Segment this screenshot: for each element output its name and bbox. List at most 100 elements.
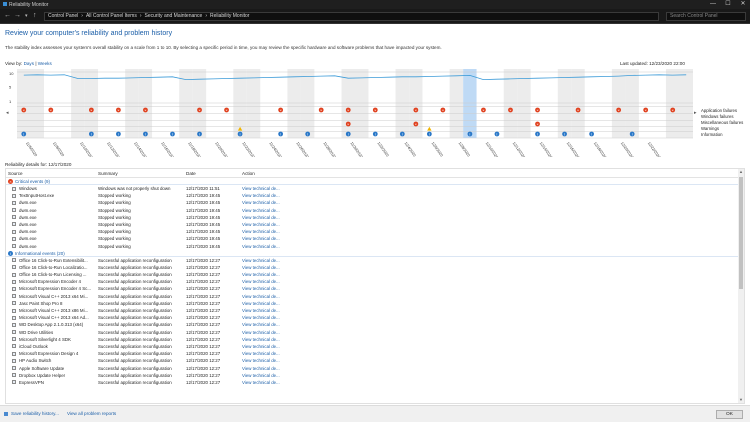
- table-row[interactable]: dwm.exe Stopped working 12/17/2020 19:45 Vi…: [6, 207, 744, 214]
- table-row[interactable]: dwm.exe Stopped working 12/17/2020 19:45 Vi…: [6, 235, 744, 242]
- chart-scroll-right-icon[interactable]: ▸: [694, 110, 697, 116]
- minimize-button[interactable]: —: [706, 0, 720, 9]
- col-action[interactable]: Action: [242, 171, 255, 176]
- chart-column[interactable]: [219, 69, 234, 138]
- view-technical-details-link[interactable]: View technical de...: [242, 372, 282, 379]
- crumb-security[interactable]: Security and Maintenance: [145, 13, 203, 19]
- chart-column[interactable]: [57, 69, 72, 138]
- chart-column[interactable]: [598, 69, 612, 138]
- table-row[interactable]: WD Desktop App 2.1.0.313 (x64) Successful…: [6, 321, 744, 328]
- scroll-up-icon[interactable]: ▲: [738, 169, 744, 175]
- view-technical-details-link[interactable]: View technical de...: [242, 192, 282, 199]
- chart-column[interactable]: [84, 69, 99, 138]
- view-technical-details-link[interactable]: View technical de...: [242, 235, 282, 242]
- informational-events-group[interactable]: i Informational events (20): [6, 250, 744, 257]
- recent-chevron-icon[interactable]: ▾: [25, 11, 28, 21]
- chart-column[interactable]: [625, 69, 639, 138]
- table-row[interactable]: Microsoft Expression Encoder 4 Sc... Succ…: [6, 285, 744, 292]
- chart-column[interactable]: [584, 69, 599, 138]
- chart-column[interactable]: [395, 69, 410, 138]
- view-technical-details-link[interactable]: View technical de...: [242, 379, 282, 386]
- chart-column[interactable]: [111, 69, 126, 138]
- chart-column[interactable]: [98, 69, 112, 138]
- chart-column[interactable]: [44, 69, 58, 138]
- chart-column[interactable]: [409, 69, 423, 138]
- forward-arrow-icon[interactable]: →: [14, 11, 21, 21]
- table-row[interactable]: Office 16 Click-to-Run Licensing ... Succ…: [6, 271, 744, 278]
- chart-column[interactable]: [382, 69, 396, 138]
- scroll-thumb[interactable]: [739, 177, 743, 289]
- view-all-reports-link[interactable]: View all problem reports: [67, 411, 116, 416]
- chart-column[interactable]: [611, 69, 626, 138]
- chart-column[interactable]: [246, 69, 261, 138]
- chart-column[interactable]: [260, 69, 274, 138]
- table-row[interactable]: iCloud Outlook Successful application rec…: [6, 343, 744, 350]
- chart-column[interactable]: [165, 69, 180, 138]
- view-technical-details-link[interactable]: View technical de...: [242, 264, 282, 271]
- table-row[interactable]: dwm.exe Stopped working 12/17/2020 19:45 Vi…: [6, 228, 744, 235]
- chart-column[interactable]: [652, 69, 666, 138]
- view-technical-details-link[interactable]: View technical de...: [242, 314, 282, 321]
- view-technical-details-link[interactable]: View technical de...: [242, 271, 282, 278]
- chart-column[interactable]: [300, 69, 315, 138]
- chart-column[interactable]: [571, 69, 585, 138]
- crumb-all-items[interactable]: All Control Panel Items: [86, 13, 137, 19]
- view-technical-details-link[interactable]: View technical de...: [242, 207, 282, 214]
- view-technical-details-link[interactable]: View technical de...: [242, 185, 282, 192]
- table-row[interactable]: Office 16 Click-to-Run Localizatio... Suc…: [6, 264, 744, 271]
- crumb-control-panel[interactable]: Control Panel: [48, 13, 78, 19]
- table-row[interactable]: Office 16 Click-to-Run Extensibilit... Su…: [6, 257, 744, 264]
- chart-column[interactable]: [71, 69, 85, 138]
- view-technical-details-link[interactable]: View technical de...: [242, 357, 282, 364]
- chart-column[interactable]: [436, 69, 450, 138]
- search-input[interactable]: Search Control Panel: [666, 12, 746, 21]
- chart-scroll-left-icon[interactable]: ◂: [6, 110, 9, 116]
- chart-column[interactable]: [152, 69, 166, 138]
- col-source[interactable]: Source: [8, 171, 23, 176]
- table-row[interactable]: TextInputHost.exe Stopped working 12/17/20…: [6, 192, 744, 199]
- table-row[interactable]: dwm.exe Stopped working 12/17/2020 19:45 Vi…: [6, 199, 744, 206]
- chart-column[interactable]: [287, 69, 301, 138]
- view-technical-details-link[interactable]: View technical de...: [242, 293, 282, 300]
- table-row[interactable]: WD Drive Utilities Successful application…: [6, 329, 744, 336]
- table-row[interactable]: Microsoft Visual C++ 2013 x64 Mi... Succe…: [6, 293, 744, 300]
- table-row[interactable]: HP Audio Switch Successful application re…: [6, 357, 744, 364]
- table-row[interactable]: Windows Windows was not properly shut dow…: [6, 185, 744, 192]
- col-summary[interactable]: Summary: [98, 171, 118, 176]
- chart-column[interactable]: [557, 69, 572, 138]
- table-row[interactable]: Microsoft Silverlight 4 SDK Successful ap…: [6, 336, 744, 343]
- scroll-down-icon[interactable]: ▼: [738, 397, 744, 403]
- chart-column[interactable]: [368, 69, 383, 138]
- view-technical-details-link[interactable]: View technical de...: [242, 243, 282, 250]
- chart-column[interactable]: [314, 69, 328, 138]
- maximize-button[interactable]: ☐: [721, 0, 735, 9]
- chart-column[interactable]: [463, 69, 477, 138]
- view-by-weeks-link[interactable]: Weeks: [38, 61, 52, 66]
- view-technical-details-link[interactable]: View technical de...: [242, 285, 282, 292]
- chart-column[interactable]: [30, 69, 45, 138]
- view-technical-details-link[interactable]: View technical de...: [242, 199, 282, 206]
- table-row[interactable]: Microsoft Expression Encoder 4 Successful…: [6, 278, 744, 285]
- view-technical-details-link[interactable]: View technical de...: [242, 214, 282, 221]
- chart-column[interactable]: [665, 69, 680, 138]
- chart-column[interactable]: [138, 69, 153, 138]
- view-technical-details-link[interactable]: View technical de...: [242, 329, 282, 336]
- table-row[interactable]: dwm.exe Stopped working 12/17/2020 19:45 Vi…: [6, 214, 744, 221]
- critical-events-group[interactable]: × Critical events (9): [6, 178, 744, 185]
- chart-column[interactable]: [544, 69, 558, 138]
- back-arrow-icon[interactable]: ←: [4, 11, 11, 21]
- save-history-link[interactable]: Save reliability history...: [11, 411, 59, 416]
- table-row[interactable]: dwm.exe Stopped working 12/17/2020 19:45 Vi…: [6, 243, 744, 250]
- breadcrumb[interactable]: Control Panel › All Control Panel Items › Se…: [44, 12, 659, 21]
- view-technical-details-link[interactable]: View technical de...: [242, 350, 282, 357]
- view-technical-details-link[interactable]: View technical de...: [242, 278, 282, 285]
- up-arrow-icon[interactable]: ↑: [33, 11, 37, 21]
- table-row[interactable]: Microsoft Visual C++ 2013 x86 Mi... Succe…: [6, 307, 744, 314]
- close-button[interactable]: ✕: [736, 0, 750, 9]
- vertical-scrollbar[interactable]: ▲ ▼: [738, 169, 744, 403]
- chart-column[interactable]: [517, 69, 531, 138]
- table-row[interactable]: Dropbox Update Helper Successful applicat…: [6, 372, 744, 379]
- chart-column[interactable]: [449, 69, 464, 138]
- view-technical-details-link[interactable]: View technical de...: [242, 221, 282, 228]
- table-row[interactable]: dwm.exe Stopped working 12/17/2020 19:45 Vi…: [6, 221, 744, 228]
